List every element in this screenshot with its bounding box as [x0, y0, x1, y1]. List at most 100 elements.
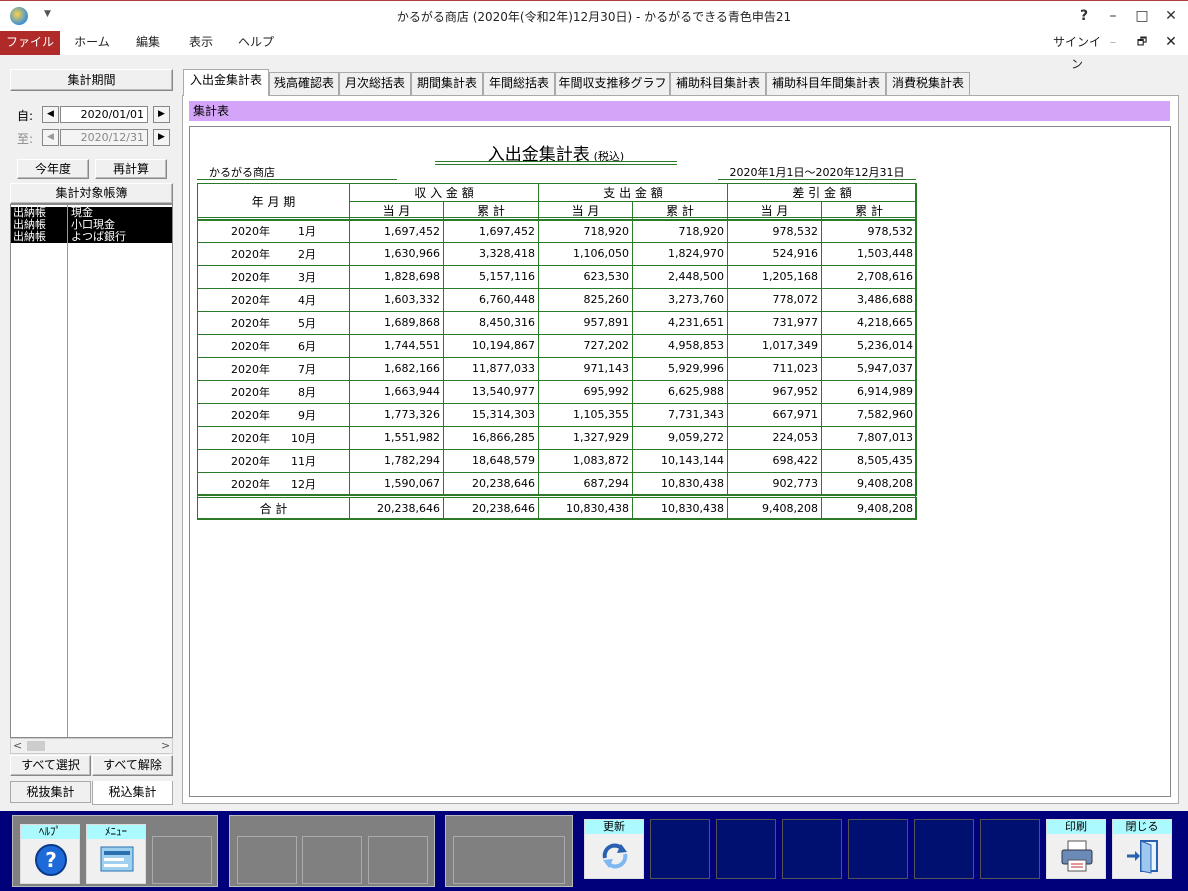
total-cell: 9,408,208	[727, 495, 822, 520]
period-month: 4月	[298, 293, 316, 307]
restore-button[interactable]: 🗗	[1132, 31, 1152, 55]
close-window-button[interactable]: ✕	[1159, 5, 1183, 27]
maximize-button[interactable]: □	[1130, 5, 1154, 27]
value-cell: 1,682,166	[349, 356, 444, 381]
value-cell: 7,807,013	[821, 425, 917, 450]
menu-view[interactable]: 表示	[176, 31, 226, 55]
ledger-list[interactable]: 出納帳 現金 出納帳 小口現金 出納帳 よつば銀行	[10, 204, 173, 738]
menu-home[interactable]: ホーム	[64, 31, 120, 55]
period-month: 1月	[298, 225, 316, 239]
deselect-all-button[interactable]: すべて解除	[92, 755, 173, 776]
svg-text:?: ?	[45, 848, 57, 872]
help-icon[interactable]: ?	[1072, 5, 1096, 27]
from-label: 自:	[17, 109, 34, 123]
value-cell: 731,977	[727, 310, 822, 335]
value-cell: 7,582,960	[821, 402, 917, 427]
period-month: 2月	[298, 247, 316, 261]
tab-annual-trend-graph[interactable]: 年間収支推移グラフ	[555, 72, 670, 95]
value-cell: 957,891	[538, 310, 633, 335]
period-month: 6月	[298, 339, 316, 353]
refresh-button[interactable]: 更新	[584, 819, 644, 879]
value-cell: 1,205,168	[727, 264, 822, 289]
period-month: 10月	[291, 431, 316, 445]
value-cell: 5,236,014	[821, 333, 917, 358]
print-button[interactable]: 印刷	[1046, 819, 1106, 879]
minimize-button[interactable]: –	[1101, 5, 1125, 27]
value-cell: 1,083,872	[538, 448, 633, 473]
value-cell: 18,648,579	[443, 448, 539, 473]
period-year: 2020年	[231, 247, 270, 261]
value-cell: 1,503,448	[821, 241, 917, 266]
tab-tax-excl[interactable]: 税抜集計	[10, 781, 91, 803]
signin-link[interactable]: サインイン	[1048, 31, 1106, 71]
list-item[interactable]: 出納帳 よつば銀行	[11, 231, 172, 243]
period-month: 9月	[298, 408, 316, 422]
value-cell: 8,450,316	[443, 310, 539, 335]
to-date-field[interactable]: 2020/12/31	[60, 129, 148, 146]
to-label: 至:	[17, 132, 34, 146]
table-row: 2020年 12月 1,590,067 20,238,646 687,294 10,830…	[197, 471, 917, 496]
scroll-thumb[interactable]	[27, 741, 45, 751]
header-difference: 差 引 金 額	[727, 183, 918, 202]
table-row: 2020年 2月 1,630,966 3,328,418 1,106,050 1,824,…	[197, 241, 917, 266]
bottom-toolbar: ﾍﾙﾌﾟ ? ﾒﾆｭｰ 更新 印刷 閉じる	[0, 811, 1188, 891]
this-year-button[interactable]: 今年度	[17, 159, 89, 179]
close-button[interactable]: 閉じる	[1112, 819, 1172, 879]
tab-subaccount-summary[interactable]: 補助科目集計表	[670, 72, 766, 95]
value-cell: 5,947,037	[821, 356, 917, 381]
to-next-button[interactable]: ▶	[153, 129, 170, 146]
tab-subaccount-annual[interactable]: 補助科目年間集計表	[766, 72, 886, 95]
value-cell: 1,106,050	[538, 241, 633, 266]
menu-file[interactable]: ファイル	[0, 31, 60, 55]
ledgers-header: 集計対象帳簿	[10, 183, 173, 204]
value-cell: 978,532	[727, 218, 822, 243]
tab-tax-incl[interactable]: 税込集計	[92, 781, 173, 805]
tab-consumption-tax[interactable]: 消費税集計表	[886, 72, 970, 95]
empty-slot	[782, 819, 842, 879]
tab-balance-check[interactable]: 残高確認表	[269, 72, 339, 95]
total-cell: 10,830,438	[632, 495, 728, 520]
tab-period-summary[interactable]: 期間集計表	[411, 72, 483, 95]
value-cell: 623,530	[538, 264, 633, 289]
menu-bar: ファイル ホーム 編集 表示 ヘルプ サインイン – 🗗 ✕	[0, 31, 1188, 71]
close-doc-button[interactable]: ✕	[1160, 31, 1182, 55]
period-cell: 2020年 1月	[197, 218, 350, 243]
value-cell: 1,630,966	[349, 241, 444, 266]
list-scrollbar[interactable]: < >	[10, 738, 173, 754]
ribbon-minimize-button[interactable]: –	[1104, 31, 1122, 55]
menu-button[interactable]: ﾒﾆｭｰ	[86, 824, 146, 884]
title-bar: ▼ かるがる商店 (2020年(令和2年)12月30日) - かるがるできる青色…	[0, 0, 1188, 31]
total-row: 合 計 20,238,646 20,238,646 10,830,438 10,…	[197, 495, 917, 520]
help-button[interactable]: ﾍﾙﾌﾟ ?	[20, 824, 80, 884]
value-cell: 9,059,272	[632, 425, 728, 450]
tab-annual-summary[interactable]: 年間総括表	[483, 72, 555, 95]
print-button-label: 印刷	[1047, 820, 1105, 834]
menu-help[interactable]: ヘルプ	[230, 31, 282, 55]
from-next-button[interactable]: ▶	[153, 106, 170, 123]
value-cell: 1,551,982	[349, 425, 444, 450]
value-cell: 10,830,438	[632, 471, 728, 496]
to-prev-button[interactable]: ◀	[42, 129, 59, 146]
table-row: 2020年 11月 1,782,294 18,648,579 1,083,872 10,1…	[197, 448, 917, 473]
value-cell: 1,663,944	[349, 379, 444, 404]
value-cell: 11,877,033	[443, 356, 539, 381]
menu-edit[interactable]: 編集	[122, 31, 174, 55]
period-year: 2020年	[231, 408, 270, 422]
period-cell: 2020年 11月	[197, 448, 350, 473]
value-cell: 3,273,760	[632, 287, 728, 312]
header-income: 収 入 金 額	[348, 183, 540, 202]
select-all-button[interactable]: すべて選択	[10, 755, 91, 776]
menu-button-label: ﾒﾆｭｰ	[87, 825, 145, 839]
recalc-button[interactable]: 再計算	[95, 159, 167, 179]
from-date-field[interactable]: 2020/01/01	[60, 106, 148, 123]
value-cell: 1,689,868	[349, 310, 444, 335]
value-cell: 1,782,294	[349, 448, 444, 473]
scroll-right-icon[interactable]: >	[161, 739, 170, 752]
tab-cashflow-summary[interactable]: 入出金集計表	[183, 69, 269, 96]
total-label: 合 計	[197, 495, 350, 520]
scroll-left-icon[interactable]: <	[13, 739, 22, 752]
from-prev-button[interactable]: ◀	[42, 106, 59, 123]
tab-monthly-summary[interactable]: 月次総括表	[339, 72, 411, 95]
value-cell: 1,697,452	[349, 218, 444, 243]
value-cell: 20,238,646	[443, 471, 539, 496]
